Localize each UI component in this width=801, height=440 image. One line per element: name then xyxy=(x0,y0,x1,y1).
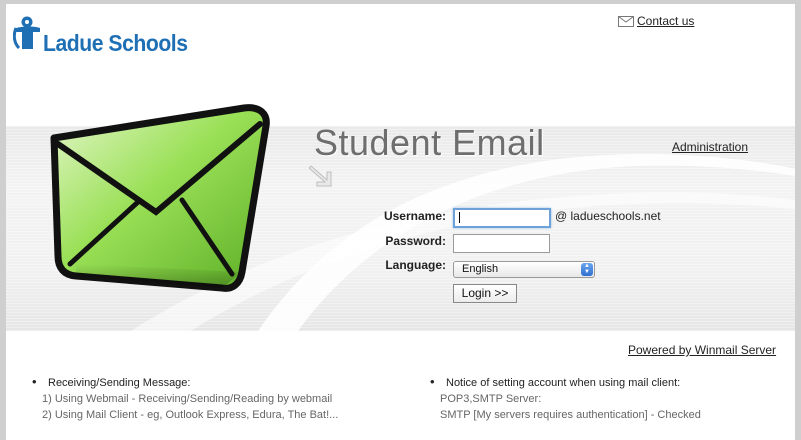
password-label: Password: xyxy=(385,234,446,248)
arrow-icon xyxy=(309,165,332,187)
text-caret xyxy=(459,212,460,223)
envelope-illustration xyxy=(50,104,270,292)
language-select[interactable]: English ▲ ▼ xyxy=(453,261,595,278)
info-right-heading: Notice of setting account when using mai… xyxy=(430,374,701,391)
language-selected: English xyxy=(462,263,499,275)
login-button[interactable]: Login >> xyxy=(453,284,517,303)
info-right-line-1: POP3,SMTP Server: xyxy=(440,393,542,405)
username-input[interactable] xyxy=(453,208,551,228)
info-mail-client-notice: Notice of setting account when using mai… xyxy=(430,374,701,423)
info-receiving-sending: Receiving/Sending Message: 1) Using Webm… xyxy=(32,374,339,423)
info-left-line-1: 1) Using Webmail - Receiving/Sending/Rea… xyxy=(42,393,333,405)
info-left-line-2: 2) Using Mail Client - eg, Outlook Expre… xyxy=(42,409,339,421)
page: Ladue Schools Contact us Student Email A… xyxy=(6,4,795,440)
page-title: Student Email xyxy=(314,122,545,163)
info-right-line-2: SMTP [My servers requires authentication… xyxy=(440,409,701,421)
powered-by-link[interactable]: Powered by Winmail Server xyxy=(628,343,776,357)
administration-link[interactable]: Administration xyxy=(672,140,748,154)
language-label: Language: xyxy=(385,258,446,272)
password-input[interactable] xyxy=(453,234,550,253)
info-left-heading: Receiving/Sending Message: xyxy=(32,374,338,391)
email-domain-suffix: @ ladueschools.net xyxy=(555,209,661,223)
username-label: Username: xyxy=(383,209,446,223)
select-arrows-icon: ▲ ▼ xyxy=(581,263,593,276)
